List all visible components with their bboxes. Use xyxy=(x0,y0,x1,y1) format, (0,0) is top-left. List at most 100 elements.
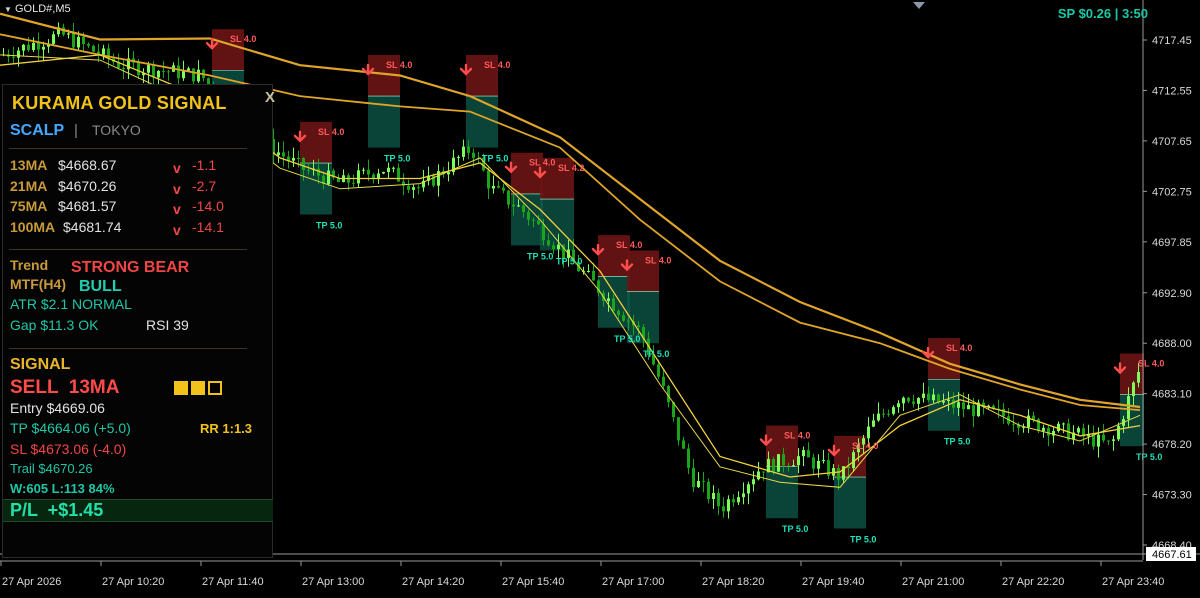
candle-body xyxy=(292,157,295,161)
signal-value: SELL 13MA xyxy=(10,377,120,398)
mtf-label: MTF(H4) xyxy=(10,276,66,292)
price-tick-label: 4712.55 xyxy=(1152,85,1192,97)
candle-body xyxy=(197,69,200,82)
entry-readout: Entry $4669.06 xyxy=(10,400,105,416)
candle-body xyxy=(362,169,365,171)
atr-readout: ATR $2.1 NORMAL xyxy=(10,296,132,312)
candle-body xyxy=(882,413,885,415)
candle-body xyxy=(752,479,755,485)
tp-readout: TP $4664.06 (+5.0) xyxy=(10,420,131,436)
time-tick-label: 27 Apr 2026 xyxy=(2,576,61,588)
candle-body xyxy=(1102,434,1105,441)
candle-body xyxy=(617,310,620,316)
price-tick-label: 4683.10 xyxy=(1152,389,1192,401)
candle-body xyxy=(162,70,165,72)
candle-body xyxy=(717,493,720,507)
candle-body xyxy=(762,471,765,473)
candle-body xyxy=(77,36,80,48)
candle-body xyxy=(102,48,105,55)
pl-readout: P/L +$1.45 xyxy=(10,500,104,520)
price-tick-label: 4692.90 xyxy=(1152,288,1192,300)
candle-body xyxy=(967,405,970,410)
ma-price: $4681.74 xyxy=(63,218,122,235)
tp-label: TP 5.0 xyxy=(527,251,553,261)
candle-body xyxy=(52,34,55,44)
candle-body xyxy=(707,481,710,500)
candle-body xyxy=(1062,423,1065,425)
panel-close-button[interactable]: X xyxy=(265,89,275,106)
candle-body xyxy=(747,484,750,494)
sl-label: SL 4.0 xyxy=(529,158,555,168)
sl-label: SL 4.0 xyxy=(784,431,810,441)
candle-body xyxy=(677,417,680,441)
spread-time-label: SP $0.26 | 3:50 xyxy=(1057,6,1148,21)
panel-divider xyxy=(9,148,247,149)
candle-body xyxy=(392,167,395,169)
candle-body xyxy=(467,146,470,153)
sl-label: SL 4.2 xyxy=(558,163,584,173)
strength-square-filled xyxy=(174,380,188,395)
candle-body xyxy=(742,493,745,498)
ma-name: 75MA xyxy=(10,198,48,214)
tp-label: TP 5.0 xyxy=(1136,452,1162,462)
candle-body xyxy=(537,220,540,225)
candle-body xyxy=(192,68,195,82)
candle-body xyxy=(82,36,85,44)
candle-body xyxy=(712,493,715,500)
candle-body xyxy=(67,33,70,35)
candle-body xyxy=(377,173,380,179)
chart-menu-icon[interactable]: ▼ xyxy=(4,5,12,14)
candle-body xyxy=(382,172,385,174)
candle-body xyxy=(897,403,900,408)
candle-body xyxy=(902,397,905,404)
candle-body xyxy=(522,205,525,213)
time-tick-label: 27 Apr 18:20 xyxy=(702,576,764,588)
candle-body xyxy=(917,398,920,404)
candle-body xyxy=(947,399,950,402)
mode-separator: | xyxy=(74,122,78,139)
candle-body xyxy=(1022,427,1025,429)
panel-divider xyxy=(9,249,247,250)
ma-name: 13MA xyxy=(10,157,48,173)
candle-body xyxy=(352,182,355,184)
candle-body xyxy=(147,64,150,73)
candle-body xyxy=(587,270,590,272)
candle-body xyxy=(687,448,690,468)
candle-body xyxy=(727,499,730,512)
candle-body xyxy=(527,212,530,220)
candle-body xyxy=(507,190,510,205)
time-tick-label: 27 Apr 21:00 xyxy=(902,576,964,588)
candle-body xyxy=(357,170,360,184)
price-tick-label: 4697.85 xyxy=(1152,237,1192,249)
candle-body xyxy=(92,45,95,52)
candle-body xyxy=(517,205,520,207)
candle-body xyxy=(502,187,505,191)
price-tick-label: 4707.65 xyxy=(1152,136,1192,148)
candle-body xyxy=(462,146,465,157)
candle-body xyxy=(552,245,555,250)
sl-label: SL 4.0 xyxy=(852,441,878,451)
candle-body xyxy=(792,465,795,467)
candle-body xyxy=(872,420,875,427)
trail-readout: Trail $4670.26 xyxy=(10,461,93,476)
candle-body xyxy=(317,168,320,176)
ma-name: 100MA xyxy=(10,218,56,235)
chart-shift-marker-icon[interactable] xyxy=(913,2,925,9)
tp-label: TP 5.0 xyxy=(384,154,410,164)
mtf-value: BULL xyxy=(79,278,122,295)
candle-body xyxy=(187,68,190,71)
candle-body xyxy=(367,169,370,175)
candle-body xyxy=(962,402,965,410)
ma-change: -14.1 xyxy=(192,218,224,235)
price-tick-label: 4678.20 xyxy=(1152,439,1192,451)
trade-boxes xyxy=(212,29,1144,529)
candle-body xyxy=(907,397,910,402)
signal-strength-indicator xyxy=(174,379,225,397)
candle-body xyxy=(682,440,685,449)
ma-change: -2.7 xyxy=(192,177,217,194)
candle-body xyxy=(892,407,895,414)
tp-label: TP 5.0 xyxy=(643,349,669,359)
tp-label: TP 5.0 xyxy=(850,535,876,545)
time-tick-label: 27 Apr 11:40 xyxy=(202,576,264,588)
ma-direction-icon: v xyxy=(173,221,181,238)
